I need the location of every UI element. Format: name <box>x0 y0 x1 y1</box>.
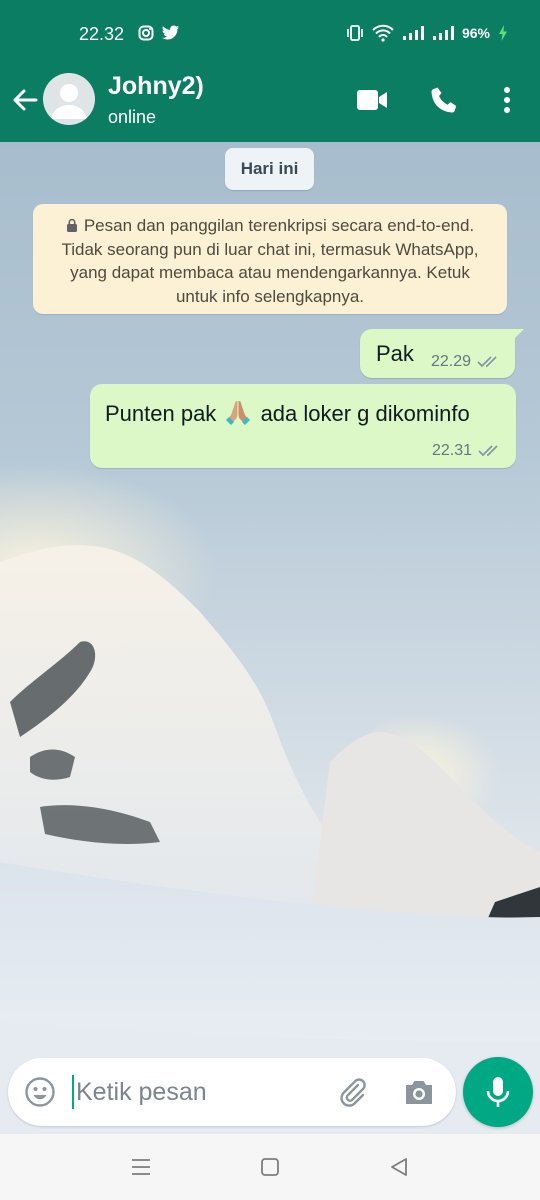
video-call-icon[interactable] <box>356 87 388 113</box>
instagram-icon <box>138 25 154 41</box>
back-icon[interactable] <box>388 1156 410 1178</box>
message-text: Punten pak ada loker g dikominfo <box>105 399 470 427</box>
system-nav-bar <box>0 1134 540 1200</box>
home-icon[interactable] <box>260 1157 280 1177</box>
message-composer <box>8 1058 456 1126</box>
encryption-notice[interactable]: Pesan dan panggilan terenkripsi secara e… <box>33 204 507 314</box>
twitter-icon <box>162 25 179 40</box>
message-bubble-outgoing[interactable]: Pak 22.29 <box>360 329 524 378</box>
attach-icon[interactable] <box>336 1076 370 1110</box>
contact-name[interactable]: Johny2) <box>108 72 204 101</box>
message-text-part: ada loker g dikominfo <box>260 401 470 426</box>
double-check-icon <box>477 356 497 368</box>
more-vert-icon[interactable] <box>497 85 517 115</box>
message-time: 22.31 <box>431 442 472 459</box>
battery-percent: 96% <box>461 25 490 41</box>
emoji-icon[interactable] <box>24 1076 56 1108</box>
contact-status: online <box>108 107 157 127</box>
message-time: 22.29 <box>430 353 471 370</box>
status-bar: 22.32 96% <box>0 0 540 66</box>
status-time: 22.32 <box>79 24 125 44</box>
microphone-icon <box>486 1077 510 1107</box>
encryption-notice-text: Pesan dan panggilan terenkripsi secara e… <box>61 216 479 306</box>
text-caret <box>72 1075 74 1109</box>
message-text: Pak <box>376 341 414 366</box>
camera-icon[interactable] <box>403 1077 435 1107</box>
back-arrow-icon[interactable] <box>10 85 40 115</box>
signal-icon <box>402 26 424 40</box>
message-bubble-outgoing[interactable]: Punten pak ada loker g dikominfo 22.31 <box>90 384 516 468</box>
default-avatar-icon <box>51 84 87 119</box>
avatar[interactable] <box>43 73 95 125</box>
date-chip: Hari ini <box>225 148 314 190</box>
chat-header: Johny2) online <box>0 66 540 142</box>
double-check-icon <box>478 445 498 457</box>
voice-call-icon[interactable] <box>429 85 459 115</box>
message-text-part: Punten pak <box>105 401 217 426</box>
signal-icon <box>432 26 454 40</box>
voice-record-button[interactable] <box>463 1057 533 1127</box>
message-input[interactable] <box>76 1070 316 1114</box>
wifi-icon <box>372 24 394 42</box>
recent-apps-icon[interactable] <box>130 1158 152 1176</box>
battery-charging-icon <box>499 25 507 41</box>
bubble-tail <box>510 329 524 343</box>
folded-hands-emoji <box>226 401 251 425</box>
vibrate-icon <box>347 25 363 41</box>
lock-icon <box>66 218 77 232</box>
